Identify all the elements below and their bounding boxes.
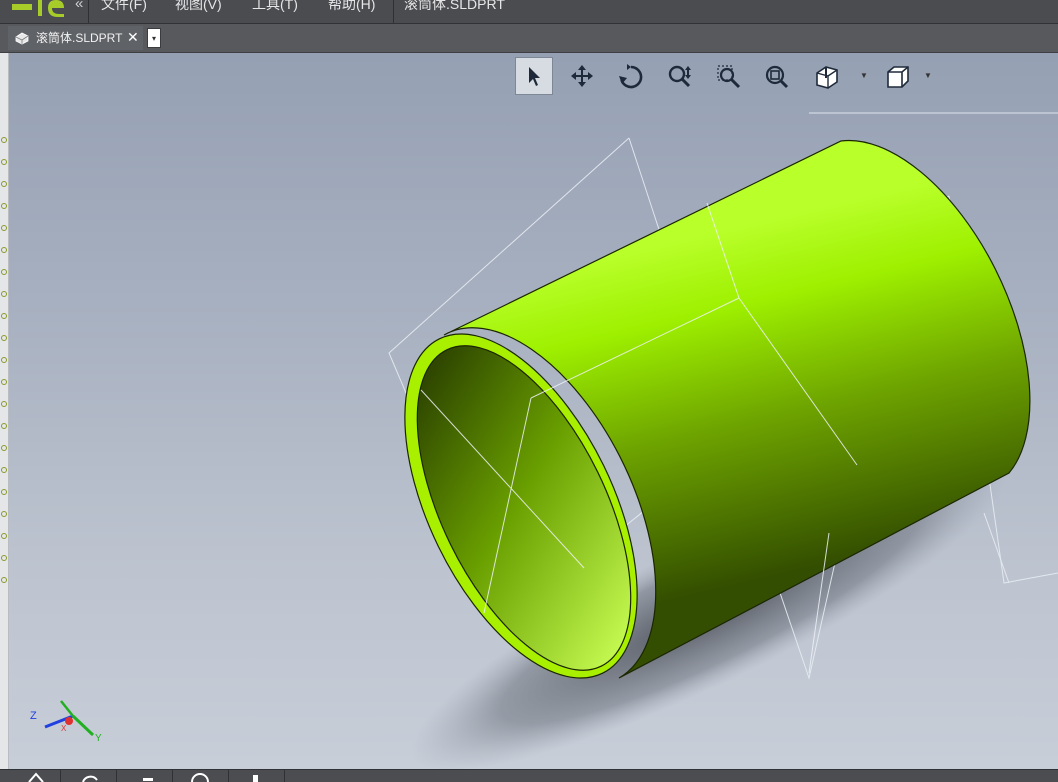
tree-marker xyxy=(1,555,7,561)
view-orientation-button[interactable] xyxy=(878,57,916,95)
triad-x-label: X xyxy=(61,724,67,733)
zoom-button[interactable] xyxy=(660,57,698,95)
triad-y-axis xyxy=(71,714,95,737)
pan-icon xyxy=(571,65,593,87)
model-scene[interactable] xyxy=(9,53,1058,769)
document-tab-strip: 滚筒体.SLDPRT ✕ ▾ xyxy=(0,24,1058,53)
divider xyxy=(88,0,89,23)
menu-help[interactable]: 帮助(H) xyxy=(328,0,375,14)
tree-marker xyxy=(1,159,7,165)
app-logo-icon xyxy=(12,0,64,17)
part-icon xyxy=(15,32,29,45)
tree-marker xyxy=(1,181,7,187)
tree-marker xyxy=(1,269,7,275)
tree-marker xyxy=(1,203,7,209)
zoom-to-fit-button[interactable] xyxy=(757,57,795,95)
bottom-toolbar xyxy=(0,769,1058,782)
divider xyxy=(228,770,229,782)
section-view-icon xyxy=(816,66,838,89)
menu-tools[interactable]: 工具(T) xyxy=(252,0,298,14)
cylinder-body[interactable] xyxy=(357,139,1031,713)
rotate-button[interactable] xyxy=(611,57,649,95)
section-view-dropdown[interactable]: ▼ xyxy=(860,71,868,80)
tree-marker xyxy=(1,357,7,363)
zoom-window-button[interactable] xyxy=(709,57,747,95)
pan-button[interactable] xyxy=(563,57,601,95)
divider xyxy=(60,770,61,782)
menu-file[interactable]: 文件(F) xyxy=(101,0,147,14)
tree-marker xyxy=(1,379,7,385)
view-orientation-icon xyxy=(887,66,909,88)
zoom-icon xyxy=(668,65,691,88)
tab-list-dropdown[interactable]: ▾ xyxy=(147,28,161,48)
menu-view[interactable]: 视图(V) xyxy=(175,0,222,14)
select-button[interactable] xyxy=(515,57,553,95)
view-orientation-dropdown[interactable]: ▼ xyxy=(924,71,932,80)
tree-marker xyxy=(1,335,7,341)
tree-marker xyxy=(1,467,7,473)
divider xyxy=(172,770,173,782)
tree-marker xyxy=(1,247,7,253)
tree-marker xyxy=(1,401,7,407)
tree-marker xyxy=(1,577,7,583)
tree-marker xyxy=(1,511,7,517)
divider xyxy=(116,770,117,782)
collapse-icon[interactable]: « xyxy=(75,0,83,12)
section-view-button[interactable] xyxy=(807,57,845,95)
triad-z-label: Z xyxy=(30,710,37,722)
tree-marker xyxy=(1,137,7,143)
graphics-viewport[interactable]: ▼ ▼ Z Y X xyxy=(9,53,1058,769)
tab-label: 滚筒体.SLDPRT xyxy=(36,31,123,45)
tree-marker xyxy=(1,313,7,319)
tab-document[interactable]: 滚筒体.SLDPRT ✕ xyxy=(8,26,143,50)
divider xyxy=(284,770,285,782)
divider xyxy=(393,0,394,23)
triad-up-axis xyxy=(60,700,74,717)
tree-marker xyxy=(1,225,7,231)
tree-marker xyxy=(1,423,7,429)
select-icon xyxy=(529,67,540,86)
zoom-window-icon xyxy=(717,65,741,89)
close-icon[interactable]: ✕ xyxy=(127,29,139,45)
tree-marker xyxy=(1,533,7,539)
tree-marker xyxy=(1,489,7,495)
zoom-fit-icon xyxy=(765,65,789,89)
rotate-icon xyxy=(619,64,643,89)
triad-y-label: Y xyxy=(95,733,102,743)
reference-triad: Z Y X xyxy=(30,700,102,743)
menu-bar: « 文件(F) 视图(V) 工具(T) 帮助(H) 滚筒体.SLDPRT xyxy=(0,0,1058,24)
tree-marker xyxy=(1,445,7,451)
tree-marker xyxy=(1,291,7,297)
document-title: 滚筒体.SLDPRT xyxy=(404,0,505,12)
feature-tree-collapsed-strip[interactable] xyxy=(0,53,9,769)
heads-up-view-toolbar: ▼ ▼ xyxy=(514,57,944,97)
